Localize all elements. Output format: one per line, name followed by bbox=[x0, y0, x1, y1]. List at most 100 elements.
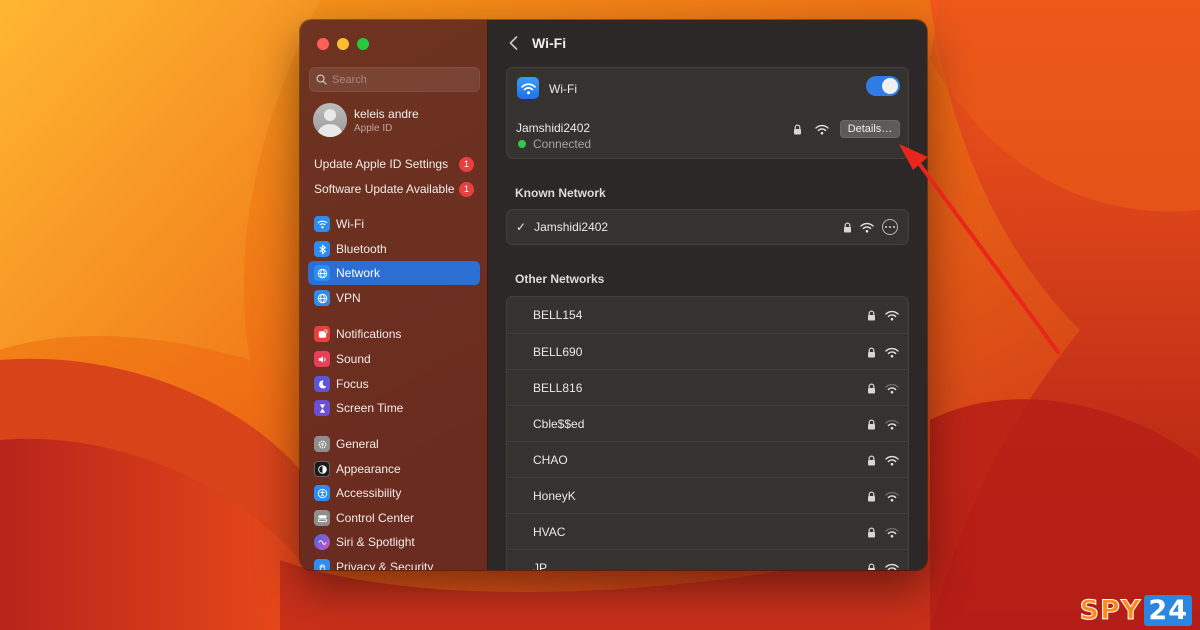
sidebar-item-label: General bbox=[336, 437, 379, 451]
sidebar-item-sound[interactable]: Sound bbox=[308, 347, 480, 371]
wifi-icon bbox=[314, 216, 330, 232]
wifi-network-row[interactable]: Cble$$ed bbox=[507, 405, 908, 441]
bell-icon bbox=[314, 326, 330, 342]
sidebar-item-label: Focus bbox=[336, 377, 369, 391]
network-name: CHAO bbox=[533, 453, 568, 467]
siri-icon bbox=[314, 534, 330, 550]
sidebar-item-label: Siri & Spotlight bbox=[336, 535, 415, 549]
sidebar-item-appearance[interactable]: Appearance bbox=[308, 457, 480, 481]
network-name: BELL154 bbox=[533, 308, 583, 322]
lock-icon bbox=[868, 455, 875, 466]
search-field[interactable] bbox=[309, 67, 480, 92]
sidebar-item-label: Control Center bbox=[336, 511, 415, 525]
wifi-network-row[interactable]: HoneyK bbox=[507, 477, 908, 513]
known-network-row[interactable]: ✓ Jamshidi2402 bbox=[516, 220, 608, 234]
more-options-button[interactable] bbox=[882, 219, 898, 235]
wifi-network-row[interactable]: JP bbox=[507, 549, 908, 570]
wifi-network-row[interactable]: BELL816 bbox=[507, 369, 908, 405]
network-name: HVAC bbox=[533, 525, 566, 539]
sidebar-item-label: Screen Time bbox=[336, 401, 404, 415]
sidebar-item-accessibility[interactable]: Accessibility bbox=[308, 481, 480, 505]
notification-badge: 1 bbox=[459, 156, 474, 172]
page-title: Wi-Fi bbox=[532, 35, 567, 51]
notice-label: Software Update Available bbox=[314, 182, 455, 196]
current-network-name: Jamshidi2402 bbox=[516, 121, 591, 135]
appearance-icon bbox=[314, 461, 330, 477]
pane-header: Wi-Fi bbox=[488, 20, 927, 66]
sidebar-item-label: Appearance bbox=[336, 462, 401, 476]
other-networks-list: BELL154 BELL690 BELL816 Cble$$ed CHAO HoneyK H… bbox=[506, 296, 909, 570]
sidebar-item-siri-spotlight[interactable]: Siri & Spotlight bbox=[308, 530, 480, 554]
sidebar-item-label: Notifications bbox=[336, 327, 402, 341]
apple-id-account[interactable]: keleis andre Apple ID bbox=[313, 103, 419, 137]
window-controls bbox=[317, 38, 369, 50]
network-name: HoneyK bbox=[533, 489, 576, 503]
speaker-icon bbox=[314, 351, 330, 367]
sidebar-item-focus[interactable]: Focus bbox=[308, 372, 480, 396]
avatar bbox=[313, 103, 347, 137]
sidebar-item-notifications[interactable]: Notifications bbox=[308, 322, 480, 346]
wifi-signal-icon bbox=[815, 124, 829, 135]
known-networks-card: ✓ Jamshidi2402 bbox=[506, 209, 909, 245]
lock-icon bbox=[868, 310, 875, 321]
lock-icon bbox=[868, 347, 875, 358]
accessibility-icon bbox=[314, 485, 330, 501]
close-window-button[interactable] bbox=[317, 38, 329, 50]
search-input[interactable] bbox=[332, 73, 472, 86]
notification-badge: 1 bbox=[459, 181, 474, 197]
sidebar-item-wifi[interactable]: Wi-Fi bbox=[308, 212, 480, 236]
network-name: BELL816 bbox=[533, 381, 583, 395]
spy24-logo: SPY 24 bbox=[1079, 594, 1192, 626]
lock-icon bbox=[868, 563, 875, 570]
sidebar-item-screen-time[interactable]: Screen Time bbox=[308, 396, 480, 420]
back-button[interactable] bbox=[506, 35, 520, 51]
globe-icon bbox=[314, 265, 330, 281]
sidebar-item-network[interactable]: Network bbox=[308, 261, 480, 285]
wifi-signal-icon bbox=[885, 563, 899, 570]
zoom-window-button[interactable] bbox=[357, 38, 369, 50]
wifi-status-card: Wi-Fi Jamshidi2402 Connected Details… bbox=[506, 67, 909, 159]
sidebar-item-label: Sound bbox=[336, 352, 371, 366]
wifi-signal-icon bbox=[885, 419, 899, 430]
sidebar-item-label: Network bbox=[336, 266, 381, 280]
wifi-toggle[interactable] bbox=[866, 76, 900, 96]
notice-label: Update Apple ID Settings bbox=[314, 157, 449, 171]
network-name: BELL690 bbox=[533, 345, 583, 359]
wifi-signal-icon bbox=[885, 455, 899, 466]
sidebar-item-vpn[interactable]: VPN bbox=[308, 286, 480, 310]
details-button[interactable]: Details… bbox=[840, 120, 900, 138]
vpn-globe-icon bbox=[314, 290, 330, 306]
wifi-network-row[interactable]: BELL690 bbox=[507, 333, 908, 369]
minimize-window-button[interactable] bbox=[337, 38, 349, 50]
wifi-network-row[interactable]: BELL154 bbox=[507, 297, 908, 333]
sidebar-item-general[interactable]: General bbox=[308, 432, 480, 456]
wifi-signal-icon bbox=[885, 347, 899, 358]
lock-icon bbox=[794, 124, 801, 135]
bluetooth-icon bbox=[314, 241, 330, 257]
connected-dot-icon bbox=[518, 140, 526, 148]
wifi-label: Wi-Fi bbox=[549, 82, 577, 96]
sidebar: keleis andre Apple ID Update Apple ID Se… bbox=[300, 20, 488, 570]
search-icon bbox=[316, 74, 327, 85]
notice-update-apple-id[interactable]: Update Apple ID Settings 1 bbox=[314, 155, 474, 173]
gear-icon bbox=[314, 436, 330, 452]
network-name: JP bbox=[533, 561, 548, 570]
lock-icon bbox=[868, 527, 875, 538]
sidebar-item-bluetooth[interactable]: Bluetooth bbox=[308, 237, 480, 261]
known-network-name: Jamshidi2402 bbox=[534, 220, 609, 234]
wifi-network-row[interactable]: HVAC bbox=[507, 513, 908, 549]
wifi-signal-icon bbox=[885, 383, 899, 394]
checkmark-icon: ✓ bbox=[516, 220, 527, 234]
sidebar-item-label: Accessibility bbox=[336, 486, 402, 500]
system-settings-window: keleis andre Apple ID Update Apple ID Se… bbox=[300, 20, 927, 570]
wifi-signal-icon bbox=[885, 491, 899, 502]
wifi-network-row[interactable]: CHAO bbox=[507, 441, 908, 477]
notice-software-update[interactable]: Software Update Available 1 bbox=[314, 180, 474, 198]
sidebar-item-control-center[interactable]: Control Center bbox=[308, 506, 480, 530]
sidebar-item-privacy-security[interactable]: Privacy & Security bbox=[308, 555, 480, 570]
control-center-icon bbox=[314, 510, 330, 526]
sidebar-item-label: VPN bbox=[336, 291, 361, 305]
network-name: Cble$$ed bbox=[533, 417, 585, 431]
account-subtitle: Apple ID bbox=[354, 122, 393, 134]
known-network-heading: Known Network bbox=[515, 186, 606, 200]
